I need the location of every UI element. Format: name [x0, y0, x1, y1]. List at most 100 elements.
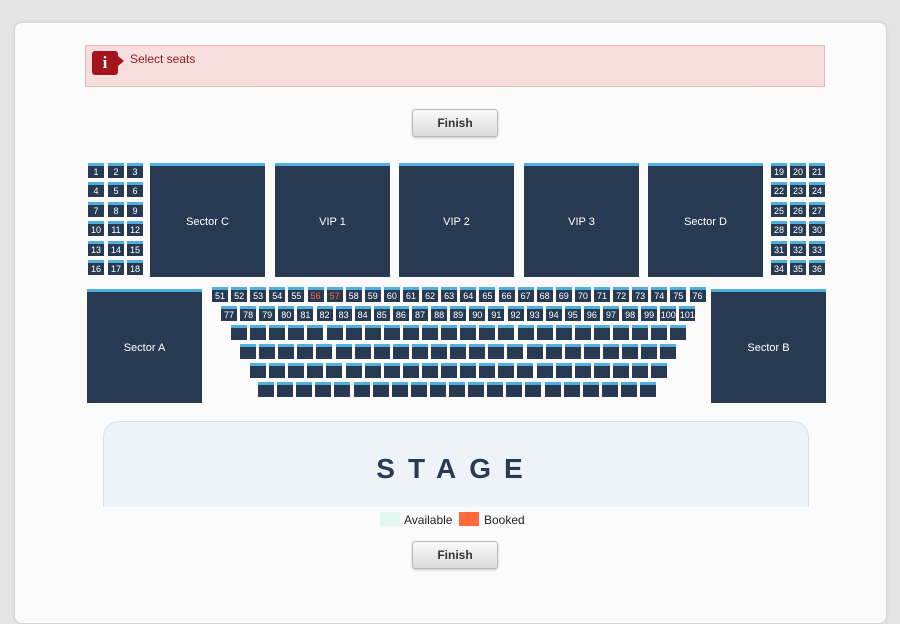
seat[interactable]: 52 — [231, 287, 248, 302]
seat[interactable] — [326, 325, 343, 340]
finish-button-top[interactable]: Finish — [412, 109, 498, 137]
seat[interactable]: 1 — [88, 163, 104, 178]
seat[interactable]: 10 — [88, 221, 104, 236]
seat[interactable]: 29 — [790, 221, 806, 236]
seat[interactable]: 77 — [221, 306, 237, 321]
seat[interactable] — [391, 382, 408, 397]
block-vip-2[interactable]: VIP 2 — [399, 163, 514, 277]
seat[interactable]: 98 — [622, 306, 639, 321]
seat[interactable] — [240, 344, 256, 359]
seat-booked[interactable]: 57 — [326, 287, 343, 302]
seat[interactable] — [326, 363, 343, 378]
seat[interactable] — [517, 325, 534, 340]
seat[interactable] — [593, 325, 610, 340]
seat[interactable]: 78 — [240, 306, 257, 321]
seat[interactable]: 60 — [383, 287, 400, 302]
seat[interactable]: 88 — [431, 306, 448, 321]
seat[interactable] — [564, 344, 581, 359]
seat[interactable] — [507, 344, 524, 359]
seat[interactable] — [536, 363, 553, 378]
seat[interactable]: 101 — [679, 306, 696, 321]
seat[interactable] — [421, 363, 438, 378]
seat[interactable]: 34 — [771, 260, 787, 275]
seat[interactable] — [316, 344, 333, 359]
seat[interactable] — [354, 344, 371, 359]
seat[interactable]: 19 — [771, 163, 787, 178]
seat[interactable]: 22 — [771, 182, 787, 197]
seat[interactable]: 89 — [450, 306, 467, 321]
seat[interactable]: 75 — [670, 287, 687, 302]
seat[interactable] — [364, 325, 381, 340]
seat[interactable] — [526, 344, 543, 359]
seat[interactable]: 6 — [127, 182, 143, 197]
seat[interactable] — [544, 382, 561, 397]
seat[interactable]: 100 — [660, 306, 677, 321]
seat[interactable] — [651, 363, 668, 378]
seat[interactable] — [525, 382, 542, 397]
seat[interactable]: 8 — [108, 202, 124, 217]
seat[interactable]: 18 — [127, 260, 143, 275]
seat[interactable]: 65 — [479, 287, 496, 302]
seat[interactable]: 71 — [594, 287, 610, 302]
seat[interactable] — [545, 344, 562, 359]
seat[interactable] — [297, 344, 314, 359]
seat[interactable] — [250, 325, 267, 340]
seat[interactable] — [641, 344, 658, 359]
seat[interactable]: 16 — [88, 260, 104, 275]
seat[interactable]: 67 — [517, 287, 534, 302]
seat[interactable]: 24 — [809, 182, 825, 197]
seat[interactable]: 85 — [373, 306, 390, 321]
seat[interactable]: 27 — [809, 202, 825, 217]
seat[interactable] — [593, 363, 610, 378]
seat[interactable]: 63 — [441, 287, 458, 302]
seat[interactable]: 4 — [88, 182, 104, 197]
seat[interactable]: 86 — [392, 306, 409, 321]
seat[interactable] — [583, 344, 600, 359]
seat[interactable]: 17 — [108, 260, 124, 275]
seat[interactable] — [259, 344, 276, 359]
seat[interactable] — [460, 325, 477, 340]
seat[interactable] — [345, 325, 362, 340]
seat[interactable]: 73 — [632, 287, 649, 302]
seat[interactable] — [670, 325, 687, 340]
seat[interactable] — [288, 325, 305, 340]
seat[interactable] — [469, 344, 486, 359]
seat[interactable]: 9 — [127, 202, 143, 217]
seat[interactable] — [429, 382, 446, 397]
seat[interactable] — [402, 363, 419, 378]
seat[interactable]: 36 — [809, 260, 825, 275]
seat[interactable] — [335, 344, 352, 359]
seat[interactable]: 93 — [526, 306, 543, 321]
seat[interactable]: 3 — [127, 163, 143, 178]
seat[interactable] — [601, 382, 618, 397]
seat[interactable] — [632, 325, 649, 340]
seat[interactable]: 33 — [809, 241, 825, 256]
block-sector-b[interactable]: Sector B — [711, 289, 826, 403]
seat[interactable] — [498, 325, 515, 340]
seat[interactable]: 64 — [460, 287, 477, 302]
seat[interactable] — [431, 344, 447, 359]
seat[interactable]: 14 — [108, 241, 124, 256]
seat[interactable]: 13 — [88, 241, 104, 256]
seat[interactable] — [422, 325, 438, 340]
seat[interactable] — [622, 344, 638, 359]
seat[interactable]: 58 — [345, 287, 362, 302]
seat[interactable]: 26 — [790, 202, 806, 217]
seat[interactable] — [383, 325, 400, 340]
seat[interactable]: 15 — [127, 241, 143, 256]
seat[interactable] — [506, 382, 523, 397]
seat[interactable]: 91 — [488, 306, 505, 321]
seat[interactable] — [315, 382, 332, 397]
seat[interactable]: 61 — [403, 287, 419, 302]
seat[interactable]: 2 — [108, 163, 124, 178]
seat[interactable]: 74 — [651, 287, 668, 302]
seat[interactable]: 23 — [790, 182, 806, 197]
seat[interactable]: 53 — [250, 287, 267, 302]
seat[interactable]: 51 — [212, 287, 228, 302]
seat[interactable] — [574, 325, 591, 340]
seat[interactable] — [488, 344, 505, 359]
seat[interactable] — [468, 382, 485, 397]
seat[interactable] — [555, 325, 572, 340]
seat[interactable] — [517, 363, 534, 378]
seat[interactable] — [392, 344, 409, 359]
